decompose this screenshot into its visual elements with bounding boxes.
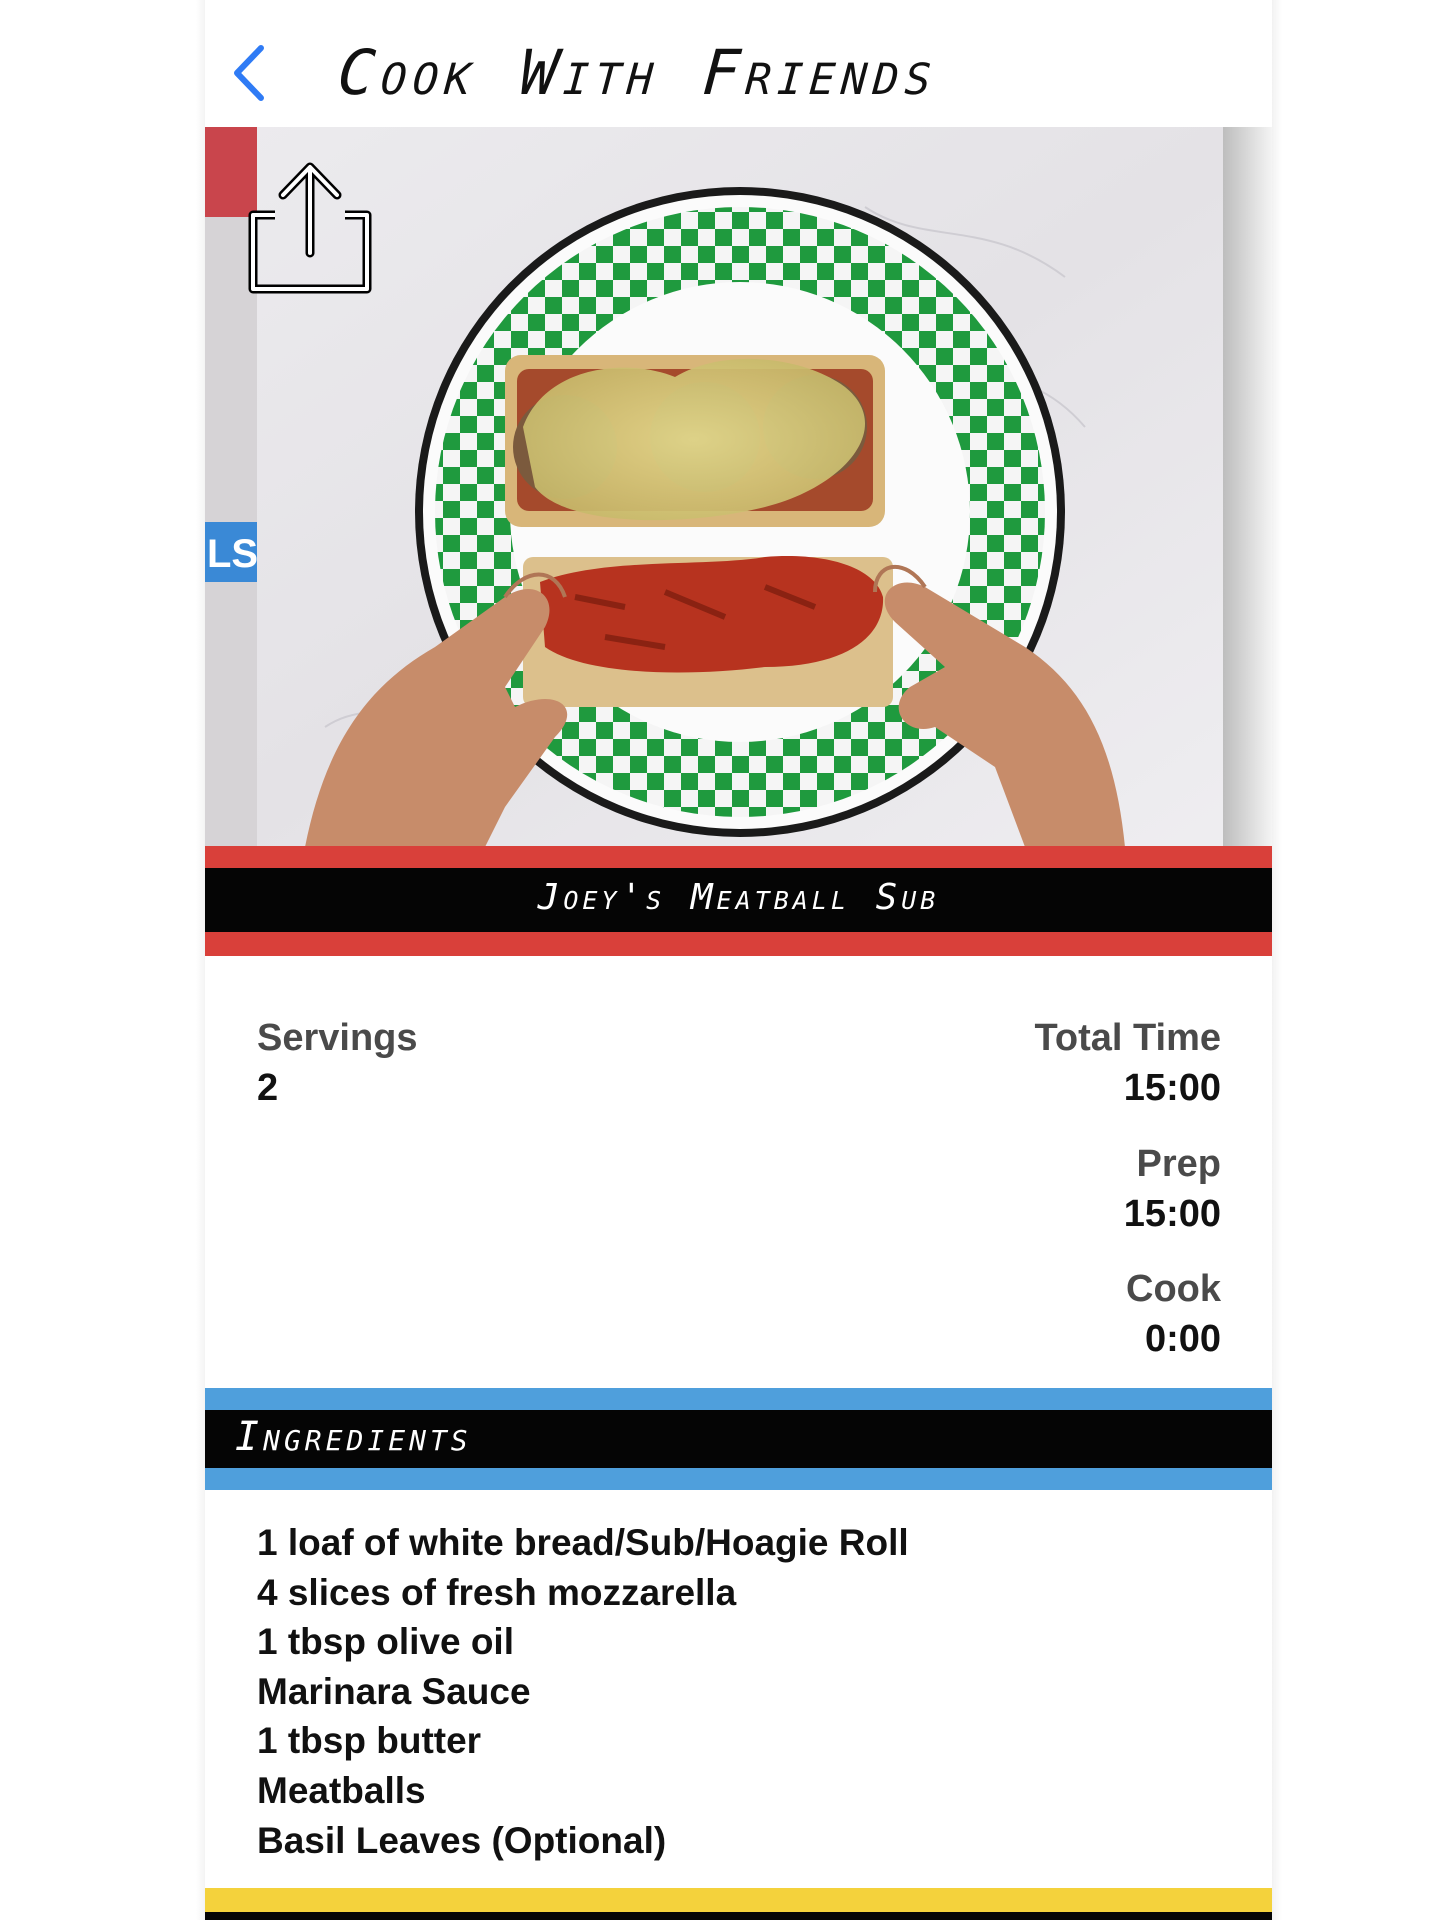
ingredients-title: Ingredients <box>235 1414 472 1460</box>
prep-label: Prep <box>1136 1143 1221 1185</box>
prep-value: 15:00 <box>1123 1193 1221 1235</box>
recipe-hero-image: LS <box>205 127 1272 847</box>
cook-label: Cook <box>1126 1268 1221 1310</box>
servings-label: Servings <box>257 1017 418 1059</box>
ingredients-list: 1 loaf of white bread/Sub/Hoagie Roll 4 … <box>257 1518 909 1865</box>
chevron-left-icon <box>234 45 264 101</box>
app-title: Cook With Friends <box>335 36 940 109</box>
phone-edge-right <box>1272 0 1282 1920</box>
servings-value: 2 <box>257 1067 279 1109</box>
share-icon <box>248 162 372 294</box>
list-item: 1 loaf of white bread/Sub/Hoagie Roll <box>257 1522 909 1563</box>
list-item: Meatballs <box>257 1769 426 1811</box>
black-band: Joey's Meatball Sub <box>205 868 1272 932</box>
cook-value: 0:00 <box>1144 1318 1221 1360</box>
recipe-title-banner: Joey's Meatball Sub <box>205 846 1272 956</box>
recipe-title: Joey's Meatball Sub <box>537 877 940 918</box>
top-bar: Cook With Friends <box>205 0 1272 128</box>
list-item: 1 tbsp olive oil <box>257 1621 514 1663</box>
app-screen: Cook With Friends LS Joey's Meatball Sub… <box>205 0 1272 1920</box>
back-button[interactable] <box>227 42 275 104</box>
side-label: LS <box>207 532 258 576</box>
ingredients-banner: Ingredients <box>205 1388 1272 1490</box>
black-band <box>205 1912 1272 1920</box>
list-item: Basil Leaves (Optional) <box>257 1819 667 1861</box>
black-band: Ingredients <box>205 1410 1272 1468</box>
list-item: Marinara Sauce <box>257 1670 531 1712</box>
share-button[interactable] <box>239 157 379 297</box>
total-time-label: Total Time <box>1034 1017 1221 1059</box>
bottom-banner <box>205 1888 1272 1920</box>
list-item: 4 slices of fresh mozzarella <box>257 1571 737 1613</box>
total-time-value: 15:00 <box>1123 1067 1221 1109</box>
list-item: 1 tbsp butter <box>257 1720 482 1762</box>
